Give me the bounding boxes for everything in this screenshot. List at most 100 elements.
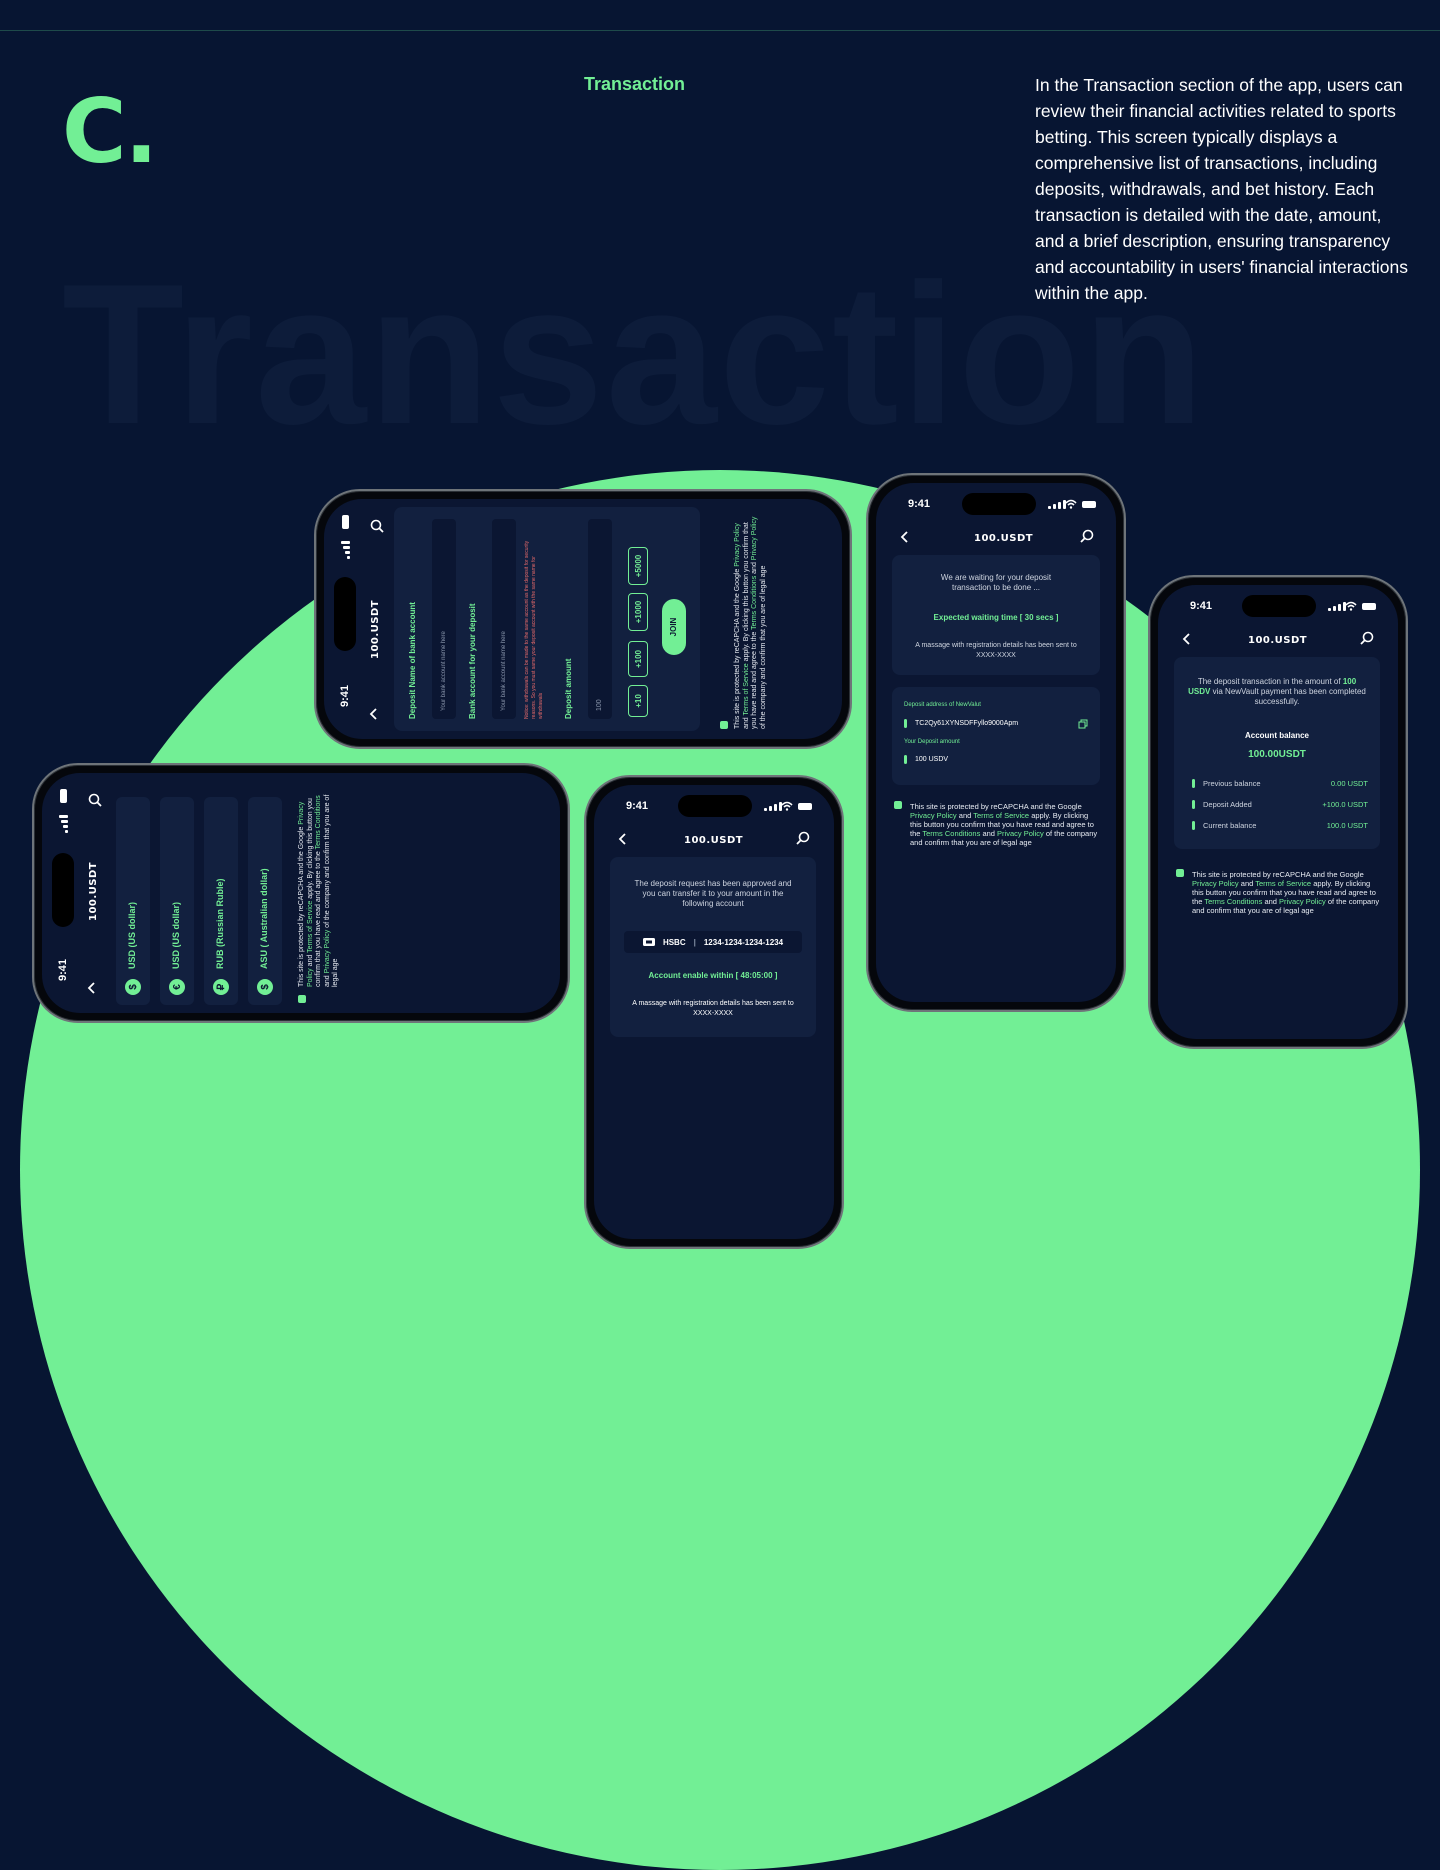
app-title: 100.USDT bbox=[88, 861, 99, 921]
success-card: The deposit transaction in the amount of… bbox=[1174, 657, 1380, 849]
search-icon[interactable] bbox=[88, 793, 102, 807]
signal-icon bbox=[341, 541, 350, 559]
search-icon[interactable] bbox=[796, 831, 810, 845]
amount-row: 100 USDV bbox=[904, 755, 948, 764]
currency-option-usd[interactable]: $ USD (US dollar) bbox=[116, 797, 150, 1005]
battery-icon bbox=[1082, 501, 1096, 508]
message-text: A massage with registration details has … bbox=[632, 1000, 794, 1017]
search-icon[interactable] bbox=[1360, 631, 1374, 645]
currency-option-rub[interactable]: ₽ RUB (Russian Ruble) bbox=[204, 797, 238, 1005]
card-icon bbox=[642, 938, 655, 946]
signal-icon bbox=[764, 802, 782, 811]
phone-waiting: 9:41 100.USDT We are waiting for your de… bbox=[866, 473, 1126, 1012]
bank-form-card: Deposit Name of bank account Your bank a… bbox=[394, 507, 700, 731]
app-title: 100.USDT bbox=[370, 599, 381, 659]
phone-success: 9:41 100.USDT The deposit transaction in… bbox=[1148, 575, 1408, 1049]
terms-checkbox[interactable] bbox=[894, 801, 902, 809]
waiting-card: We are waiting for your deposit transact… bbox=[892, 555, 1100, 675]
deposit-amount: 100 USDV bbox=[915, 756, 949, 763]
chevron-down-icon[interactable] bbox=[87, 982, 97, 994]
balance-row-current: Current balance 100.0 USDT bbox=[1192, 821, 1368, 830]
deposit-info-card: Deposit address of NewValut TC2Qy61XYNSD… bbox=[892, 687, 1100, 785]
terms-checkbox[interactable] bbox=[298, 995, 306, 1003]
withdrawal-notice: Notice: withdrawals can be made to the s… bbox=[524, 540, 544, 719]
chip-plus-5000[interactable]: +5000 bbox=[628, 547, 648, 585]
name-input[interactable]: Your bank account name here bbox=[432, 519, 456, 719]
copy-icon[interactable] bbox=[1078, 719, 1088, 729]
dollar-icon: $ bbox=[257, 979, 273, 995]
section-title: Transaction bbox=[584, 74, 686, 94]
balance-row-previous: Previous balance 0.00 USDT bbox=[1192, 779, 1368, 788]
status-time: 9:41 bbox=[908, 498, 931, 510]
phone-currency: 9:41 100.USDT $ USD (US dollar) € USD (U… bbox=[32, 763, 570, 1023]
status-time: 9:41 bbox=[339, 684, 351, 707]
name-label: Deposit Name of bank account bbox=[408, 602, 417, 719]
bank-account-box: HSBC | 1234-1234-1234-1234 bbox=[624, 931, 802, 953]
legal-text: This site is protected by reCAPCHA and t… bbox=[910, 802, 1098, 847]
status-time: 9:41 bbox=[1190, 600, 1213, 612]
amount-label: Deposit amount bbox=[564, 658, 573, 719]
join-button[interactable]: JOIN bbox=[662, 599, 686, 655]
currency-label: USD (US dollar) bbox=[171, 901, 181, 969]
signal-icon bbox=[59, 815, 68, 833]
brand-logo: C. bbox=[62, 80, 158, 183]
waiting-text: We are waiting for your deposit transact… bbox=[940, 573, 1052, 592]
chevron-down-icon[interactable] bbox=[369, 708, 379, 720]
account-label: Bank account for your deposit bbox=[468, 603, 477, 719]
enable-within: Account enable within [ 48:05:00 ] bbox=[648, 971, 778, 980]
account-input[interactable]: Your bank account name here bbox=[492, 519, 516, 719]
amount-input[interactable]: 100 bbox=[588, 519, 612, 719]
approved-card: The deposit request has been approved an… bbox=[610, 857, 816, 1037]
success-message: The deposit transaction in the amount of… bbox=[1188, 677, 1366, 706]
chip-plus-10[interactable]: +10 bbox=[628, 685, 648, 717]
balance-value: 100.00USDT bbox=[1248, 749, 1306, 760]
phone-approved: 9:41 100.USDT The deposit request has be… bbox=[584, 775, 844, 1249]
wifi-icon bbox=[781, 801, 793, 811]
battery-icon bbox=[1362, 603, 1376, 610]
bank-name: HSBC bbox=[662, 937, 686, 947]
amount-label: Your Deposit amount bbox=[904, 739, 960, 745]
chip-plus-100[interactable]: +100 bbox=[628, 641, 648, 677]
currency-label: USD (US dollar) bbox=[127, 901, 137, 969]
deposit-address-label: Deposit address of NewValut bbox=[904, 702, 981, 708]
wifi-icon bbox=[1345, 601, 1357, 611]
phone-bank-form: 9:41 100.USDT Deposit Name of bank accou… bbox=[314, 489, 852, 749]
terms-checkbox[interactable] bbox=[720, 721, 728, 729]
back-arrow-icon[interactable] bbox=[1182, 633, 1192, 645]
approved-text: The deposit request has been approved an… bbox=[634, 879, 792, 908]
status-time: 9:41 bbox=[57, 958, 69, 981]
battery-icon bbox=[342, 515, 349, 529]
ruble-icon: ₽ bbox=[213, 979, 229, 995]
currency-label: ASU ( Australian dollar) bbox=[259, 868, 269, 969]
terms-checkbox[interactable] bbox=[1176, 869, 1184, 877]
watermark-text: Transaction bbox=[62, 243, 1207, 466]
signal-icon bbox=[1048, 500, 1066, 509]
wifi-icon bbox=[1065, 499, 1077, 509]
deposit-address-row: TC2Qy61XYNSDFFyllo9000Apm bbox=[904, 719, 1018, 728]
deposit-address: TC2Qy61XYNSDFFyllo9000Apm bbox=[915, 720, 1019, 727]
back-arrow-icon[interactable] bbox=[900, 531, 910, 543]
balance-row-added: Deposit Added +100.0 USDT bbox=[1192, 800, 1368, 809]
balance-label: Account balance bbox=[1244, 731, 1309, 740]
chip-plus-1000[interactable]: +1000 bbox=[628, 593, 648, 631]
legal-text: This site is protected by reCAPCHA and t… bbox=[734, 516, 767, 729]
search-icon[interactable] bbox=[370, 519, 384, 533]
top-divider bbox=[0, 30, 1440, 31]
signal-icon bbox=[1328, 602, 1346, 611]
status-time: 9:41 bbox=[626, 800, 649, 812]
bank-account-number: 1234-1234-1234-1234 bbox=[703, 937, 784, 947]
back-arrow-icon[interactable] bbox=[618, 833, 628, 845]
search-icon[interactable] bbox=[1080, 529, 1094, 543]
battery-icon bbox=[60, 789, 67, 803]
dollar-icon: $ bbox=[125, 979, 141, 995]
battery-icon bbox=[798, 803, 812, 810]
euro-icon: € bbox=[169, 979, 185, 995]
message-text: A massage with registration details has … bbox=[915, 642, 1077, 659]
legal-text: This site is protected by reCAPCHA and t… bbox=[1192, 870, 1380, 915]
app-title: 100.USDT bbox=[1248, 635, 1308, 646]
app-title: 100.USDT bbox=[684, 835, 744, 846]
currency-option-eur[interactable]: € USD (US dollar) bbox=[160, 797, 194, 1005]
currency-option-aud[interactable]: $ ASU ( Australian dollar) bbox=[248, 797, 282, 1005]
currency-label: RUB (Russian Ruble) bbox=[215, 878, 225, 969]
app-title: 100.USDT bbox=[974, 533, 1034, 544]
